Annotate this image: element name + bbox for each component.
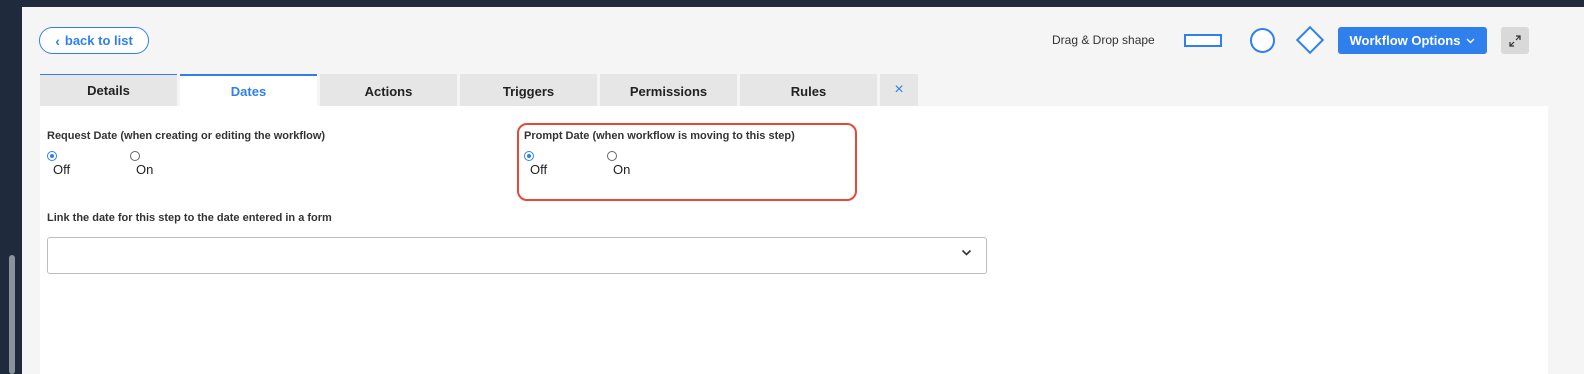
tab-rules[interactable]: Rules — [740, 74, 877, 106]
chevron-left-icon: ‹ — [55, 32, 60, 49]
prompt-date-off-option[interactable]: Off — [524, 151, 607, 177]
expand-icon — [1509, 34, 1521, 47]
workflow-options-button[interactable]: Workflow Options — [1338, 27, 1487, 54]
link-date-label: Link the date for this step to the date … — [47, 212, 332, 224]
tab-triggers[interactable]: Triggers — [460, 74, 597, 106]
prompt-date-off-radio[interactable] — [524, 151, 534, 161]
prompt-date-on-radio[interactable] — [607, 151, 617, 161]
close-icon[interactable]: × — [880, 74, 918, 106]
tab-permissions[interactable]: Permissions — [600, 74, 737, 106]
prompt-date-on-label: On — [613, 162, 631, 177]
back-to-list-label: back to list — [64, 33, 133, 48]
dates-tab-content: Request Date (when creating or editing t… — [40, 106, 1548, 374]
expand-button[interactable] — [1501, 27, 1529, 54]
workflow-options-label: Workflow Options — [1349, 33, 1461, 48]
request-date-on-label: On — [136, 162, 154, 177]
workflow-editor-panel: ‹ back to list Drag & Drop shape Workflo… — [22, 7, 1584, 374]
tab-bar: Details Dates Actions Triggers Permissio… — [40, 74, 918, 106]
tab-dates[interactable]: Dates — [180, 74, 317, 106]
request-date-label: Request Date (when creating or editing t… — [47, 130, 326, 142]
chevron-down-icon — [961, 249, 972, 256]
link-date-select[interactable] — [47, 237, 987, 274]
tab-actions[interactable]: Actions — [320, 74, 457, 106]
request-date-on-radio[interactable] — [130, 151, 140, 161]
drag-drop-label: Drag & Drop shape — [1052, 33, 1155, 47]
request-date-off-option[interactable]: Off — [47, 151, 130, 177]
prompt-date-on-option[interactable]: On — [607, 151, 690, 177]
tab-details[interactable]: Details — [40, 74, 177, 106]
request-date-off-radio[interactable] — [47, 151, 57, 161]
scrollbar[interactable] — [9, 255, 15, 374]
request-date-off-label: Off — [53, 162, 71, 177]
prompt-date-radio-group: Off On — [524, 151, 690, 177]
diamond-shape-icon[interactable] — [1295, 25, 1325, 55]
request-date-on-option[interactable]: On — [130, 151, 213, 177]
chevron-down-icon — [1466, 38, 1475, 43]
prompt-date-off-label: Off — [530, 162, 548, 177]
back-to-list-button[interactable]: ‹ back to list — [39, 27, 149, 54]
prompt-date-label: Prompt Date (when workflow is moving to … — [524, 130, 795, 142]
request-date-radio-group: Off On — [47, 151, 213, 177]
rectangle-shape-icon[interactable] — [1184, 34, 1222, 47]
circle-shape-icon[interactable] — [1250, 28, 1275, 53]
